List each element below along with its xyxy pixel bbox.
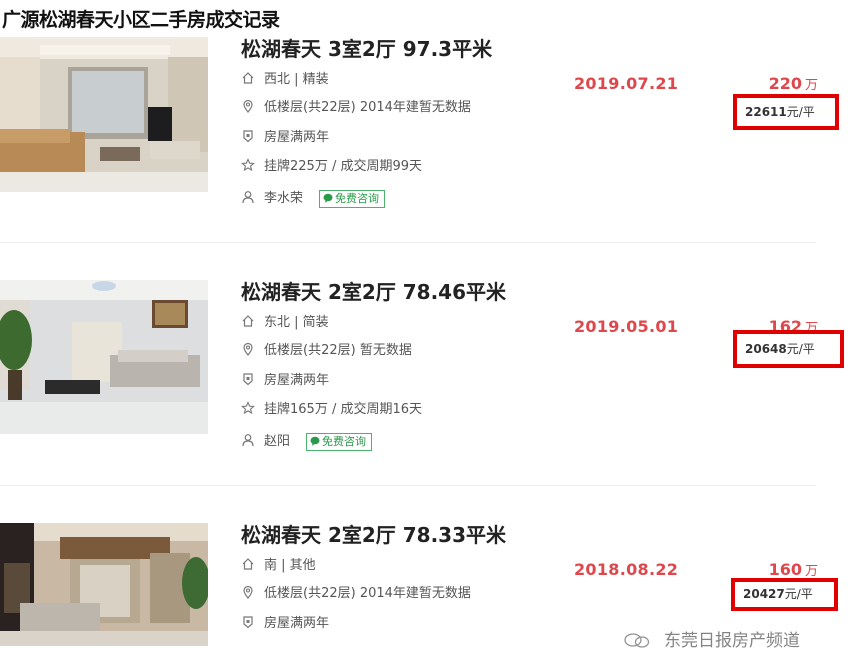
location-pin-icon <box>241 99 255 113</box>
consult-label: 免费咨询 <box>335 192 380 205</box>
deal-date: 2019.05.01 <box>574 317 679 336</box>
orientation-decoration-text: 西北 | 精装 <box>264 72 329 87</box>
user-icon <box>241 433 255 447</box>
unit-price-value: 22611 <box>745 105 787 119</box>
orientation-row: 南 | 其他 <box>241 557 316 575</box>
unit-price-suffix: 元/平 <box>786 342 815 356</box>
divider <box>0 485 816 486</box>
listing-cycle-row: 挂牌165万 / 成交周期16天 <box>241 401 422 419</box>
unit-price-value: 20427 <box>743 587 785 601</box>
unit-price-highlight: 20648元/平 <box>733 330 844 368</box>
listing-title[interactable]: 松湖春天 2室2厅 78.46平米 <box>241 276 506 305</box>
listing-photo[interactable] <box>0 37 208 192</box>
free-consult-button[interactable]: 免费咨询 <box>319 190 386 208</box>
floor-info-text: 低楼层(共22层) 2014年建暂无数据 <box>264 100 471 115</box>
location-pin-icon <box>241 342 255 356</box>
house-icon <box>241 557 255 571</box>
chat-bubble-icon <box>323 192 333 203</box>
total-price-value: 220 <box>768 74 802 93</box>
unit-price-highlight: 22611元/平 <box>733 94 839 130</box>
deal-date: 2018.08.22 <box>574 560 679 579</box>
floor-row: 低楼层(共22层) 2014年建暂无数据 <box>241 99 471 117</box>
house-icon <box>241 314 255 328</box>
price-unit: 万 <box>804 564 818 579</box>
free-consult-button[interactable]: 免费咨询 <box>306 433 373 451</box>
unit-price-value: 20648 <box>745 342 787 356</box>
floor-info-text: 低楼层(共22层) 暂无数据 <box>264 343 412 358</box>
listing-title[interactable]: 松湖春天 2室2厅 78.33平米 <box>241 519 506 548</box>
orientation-row: 东北 | 简装 <box>241 314 329 332</box>
ownership-text: 房屋满两年 <box>264 373 330 388</box>
listing-card: 松湖春天 3室2厅 97.3平米 西北 | 精装 低楼层(共22层) 2014年… <box>0 37 862 280</box>
unit-price-suffix: 元/平 <box>786 105 815 119</box>
deal-date: 2019.07.21 <box>574 74 679 93</box>
shield-icon <box>241 615 255 629</box>
consult-label: 免费咨询 <box>322 435 367 448</box>
floor-row: 低楼层(共22层) 暂无数据 <box>241 342 412 360</box>
house-icon <box>241 71 255 85</box>
agent-name[interactable]: 李水荣 <box>264 191 303 206</box>
unit-price-highlight: 20427元/平 <box>731 578 838 611</box>
agent-name[interactable]: 赵阳 <box>264 434 290 449</box>
ownership-text: 房屋满两年 <box>264 130 330 145</box>
shield-icon <box>241 372 255 386</box>
ownership-text: 房屋满两年 <box>264 616 330 631</box>
floor-row: 低楼层(共22层) 2014年建暂无数据 <box>241 585 471 603</box>
orientation-row: 西北 | 精装 <box>241 71 329 89</box>
total-price-value: 160 <box>768 560 802 579</box>
listing-cycle-text: 挂牌225万 / 成交周期99天 <box>264 159 422 174</box>
price-unit: 万 <box>804 78 818 93</box>
divider <box>0 242 816 243</box>
listing-photo[interactable] <box>0 280 208 434</box>
listing-card: 松湖春天 2室2厅 78.46平米 东北 | 简装 低楼层(共22层) 暂无数据… <box>0 280 862 523</box>
location-pin-icon <box>241 585 255 599</box>
unit-price-suffix: 元/平 <box>784 587 813 601</box>
total-price: 160 万 <box>769 560 818 579</box>
star-icon <box>241 401 255 415</box>
orientation-decoration-text: 东北 | 简装 <box>264 315 329 330</box>
listing-cycle-text: 挂牌165万 / 成交周期16天 <box>264 402 422 417</box>
chat-bubble-icon <box>310 435 320 446</box>
listing-title[interactable]: 松湖春天 3室2厅 97.3平米 <box>241 33 492 62</box>
agent-row: 赵阳 免费咨询 <box>241 433 373 451</box>
page-title: 广源松湖春天小区二手房成交记录 <box>2 9 280 31</box>
star-icon <box>241 158 255 172</box>
agent-row: 李水荣 免费咨询 <box>241 190 386 208</box>
floor-info-text: 低楼层(共22层) 2014年建暂无数据 <box>264 586 471 601</box>
listing-photo[interactable] <box>0 523 208 646</box>
shield-icon <box>241 129 255 143</box>
user-icon <box>241 190 255 204</box>
orientation-decoration-text: 南 | 其他 <box>264 558 316 573</box>
listing-cycle-row: 挂牌225万 / 成交周期99天 <box>241 158 422 176</box>
ownership-row: 房屋满两年 <box>241 615 329 633</box>
total-price: 220 万 <box>769 74 818 93</box>
watermark-text: 东莞日报房产频道 <box>664 631 800 651</box>
ownership-row: 房屋满两年 <box>241 372 329 390</box>
ownership-row: 房屋满两年 <box>241 129 329 147</box>
watermark: 东莞日报房产频道 <box>624 626 800 651</box>
